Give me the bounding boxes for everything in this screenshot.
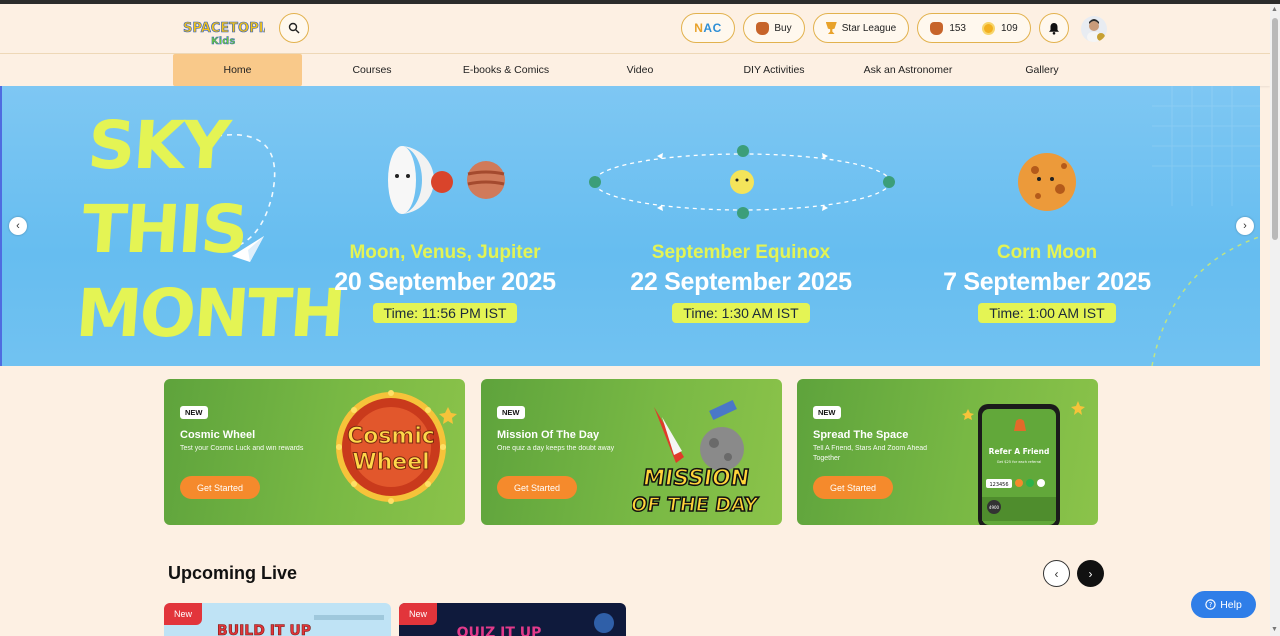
svg-text:Kids: Kids xyxy=(211,36,235,46)
card-title: Spread The Space xyxy=(813,429,909,441)
bell-icon xyxy=(1049,22,1059,35)
upcoming-prev-button[interactable]: ‹ xyxy=(1043,560,1070,587)
site-header: SPACETOPIA KIDS Kids NAC Buy Star League… xyxy=(0,4,1270,54)
svg-text:BUILD IT UP: BUILD IT UP xyxy=(217,623,311,636)
nav-ebooks-comics[interactable]: E-books & Comics xyxy=(442,54,570,86)
search-icon xyxy=(288,22,300,34)
event-moon-venus-jupiter: Moon, Venus, Jupiter 20 September 2025 T… xyxy=(334,242,556,323)
card-description: One quiz a day keeps the doubt away xyxy=(497,445,615,452)
chevron-left-icon: ‹ xyxy=(16,220,20,232)
card-title: Mission Of The Day xyxy=(497,429,600,441)
corn-moon-art xyxy=(1018,153,1076,211)
buy-button[interactable]: Buy xyxy=(743,13,805,43)
svg-text:Wheel: Wheel xyxy=(352,450,429,475)
bag-count: 153 xyxy=(949,22,966,34)
banner-next-button[interactable]: › xyxy=(1236,217,1254,235)
card-title: Cosmic Wheel xyxy=(180,429,256,441)
mission-of-the-day-card[interactable]: NEW Mission Of The Day One quiz a day ke… xyxy=(481,379,782,525)
event-september-equinox: September Equinox 22 September 2025 Time… xyxy=(630,242,852,323)
upcoming-live-card[interactable]: QUIZ IT UP New xyxy=(399,603,626,636)
upcoming-live-heading: Upcoming Live xyxy=(168,563,298,583)
notifications-button[interactable] xyxy=(1039,13,1069,43)
new-badge: NEW xyxy=(497,406,525,419)
chevron-right-icon: › xyxy=(1088,566,1093,581)
get-started-button[interactable]: Get Started xyxy=(497,476,577,499)
svg-text:123456: 123456 xyxy=(989,482,1008,488)
svg-text:Refer A Friend: Refer A Friend xyxy=(989,447,1050,456)
money-bag-icon xyxy=(756,21,770,35)
spacetopia-logo[interactable]: SPACETOPIA KIDS Kids xyxy=(181,12,314,48)
upcoming-live-card[interactable]: BUILD IT UP New xyxy=(164,603,391,636)
moon-venus-jupiter-art xyxy=(388,146,505,214)
wallet-balance[interactable]: 153 109 xyxy=(917,13,1031,43)
mission-of-the-day-art: MISSION OF THE DAY xyxy=(632,399,760,517)
page-scrollbar[interactable]: ▲ ▼ xyxy=(1270,4,1280,636)
nac-button[interactable]: NAC xyxy=(681,13,735,43)
svg-text:Cosmic: Cosmic xyxy=(347,424,435,449)
help-button[interactable]: ? Help xyxy=(1191,591,1256,618)
scroll-down-icon[interactable]: ▼ xyxy=(1271,626,1278,633)
nav-gallery[interactable]: Gallery xyxy=(978,54,1106,86)
svg-text:QUIZ IT UP: QUIZ IT UP xyxy=(457,625,542,636)
event-corn-moon: Corn Moon 7 September 2025 Time: 1:00 AM… xyxy=(943,242,1151,323)
banner-title: SKY THIS MONTH xyxy=(73,107,347,352)
main-nav: Home Courses E-books & Comics Video DIY … xyxy=(0,54,1270,86)
svg-text:Get $25 for each referral: Get $25 for each referral xyxy=(997,460,1042,464)
new-badge: New xyxy=(399,603,438,625)
nav-video[interactable]: Video xyxy=(578,54,702,86)
search-button[interactable] xyxy=(279,13,309,43)
star-coin-icon xyxy=(982,21,995,35)
card-description: Test your Cosmic Luck and win rewards xyxy=(180,445,304,452)
money-bag-icon xyxy=(930,21,944,35)
svg-text:4900: 4900 xyxy=(989,505,1000,510)
banner-prev-button[interactable]: ‹ xyxy=(9,217,27,235)
cosmic-wheel-art: Cosmic Wheel xyxy=(336,390,457,504)
new-badge: NEW xyxy=(813,406,841,419)
get-started-button[interactable]: Get Started xyxy=(813,476,893,499)
chevron-right-icon: › xyxy=(1243,220,1247,232)
equinox-orbit-art xyxy=(589,145,895,219)
new-badge: New xyxy=(164,603,203,625)
get-started-button[interactable]: Get Started xyxy=(180,476,260,499)
nav-courses[interactable]: Courses xyxy=(310,54,434,86)
chevron-left-icon: ‹ xyxy=(1054,566,1059,581)
svg-text:OF THE DAY: OF THE DAY xyxy=(632,493,759,516)
spread-the-space-card[interactable]: NEW Spread The Space Tell A Friend, Star… xyxy=(797,379,1098,525)
user-avatar[interactable] xyxy=(1081,16,1107,42)
coin-count: 109 xyxy=(1001,22,1018,34)
star-league-button[interactable]: Star League xyxy=(813,13,909,43)
logo-wordmark: SPACETOPIA KIDS xyxy=(183,21,265,36)
upcoming-next-button[interactable]: › xyxy=(1077,560,1104,587)
help-icon: ? xyxy=(1205,599,1216,610)
refer-a-friend-phone-art: Refer A Friend Get $25 for each referral… xyxy=(962,401,1085,525)
card-description: Tell A Friend, Stars And Zoom Ahead Toge… xyxy=(813,445,928,462)
svg-text:MISSION: MISSION xyxy=(641,465,751,491)
nav-diy-activities[interactable]: DIY Activities xyxy=(710,54,838,86)
scroll-up-icon[interactable]: ▲ xyxy=(1271,6,1278,13)
new-badge: NEW xyxy=(180,406,208,419)
svg-text:?: ? xyxy=(1209,601,1213,609)
cosmic-wheel-card[interactable]: NEW Cosmic Wheel Test your Cosmic Luck a… xyxy=(164,379,465,525)
trophy-icon xyxy=(825,22,837,34)
nav-ask-astronomer[interactable]: Ask an Astronomer xyxy=(846,54,970,86)
scrollbar-thumb[interactable] xyxy=(1272,18,1278,240)
sky-this-month-banner[interactable]: SKY THIS MONTH Moon, Venus, Jupiter 20 S… xyxy=(0,86,1260,366)
nav-home[interactable]: Home xyxy=(173,54,302,86)
